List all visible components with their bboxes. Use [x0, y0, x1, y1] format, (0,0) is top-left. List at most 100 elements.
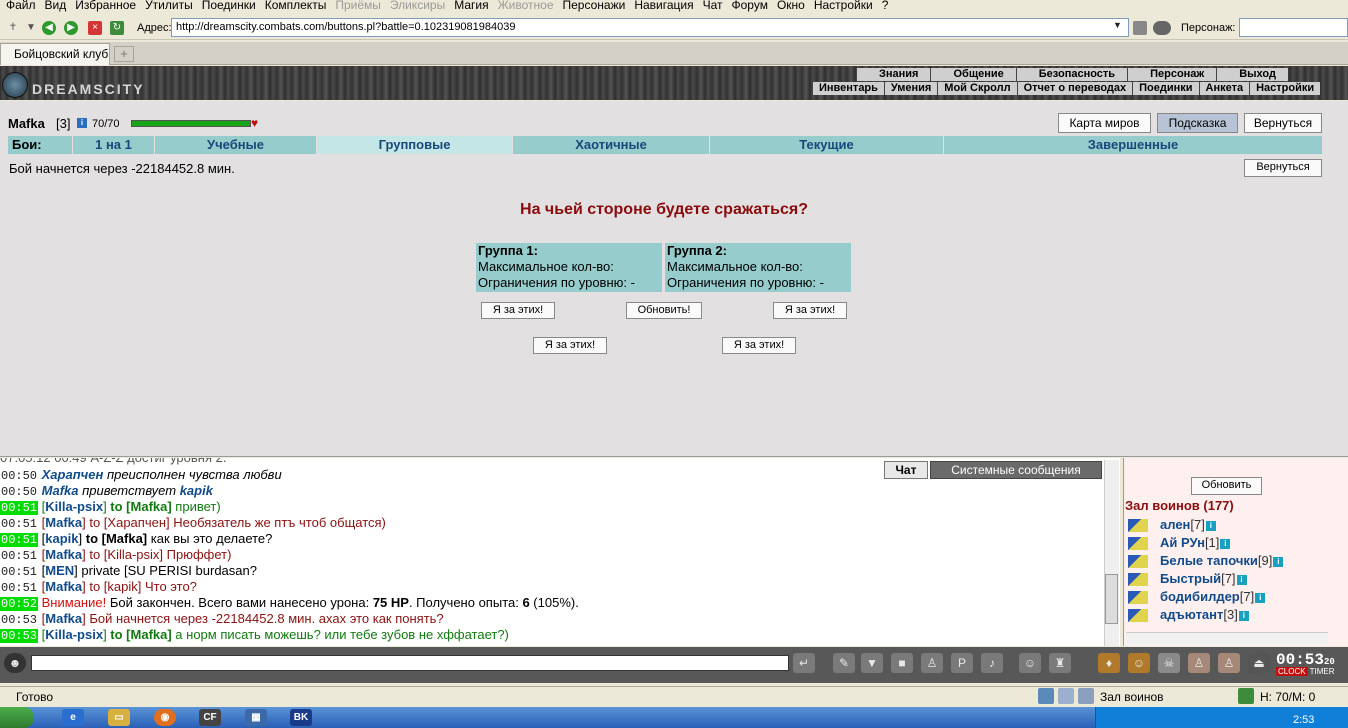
tab-combats[interactable]: Бойцовский клуб	[0, 43, 110, 65]
sound-icon[interactable]: ♪	[981, 653, 1003, 673]
menu-item[interactable]: Животное	[498, 0, 554, 11]
users-refresh-button[interactable]: Обновить	[1191, 477, 1262, 495]
exit-icon[interactable]: ⏏	[1248, 653, 1270, 673]
clear-icon[interactable]	[1133, 21, 1147, 35]
chat-nick[interactable]: Mafka	[45, 579, 82, 594]
menu-item[interactable]: Приёмы	[335, 0, 381, 11]
address-dropdown-icon[interactable]: ▼	[1113, 20, 1122, 30]
emoji-icon[interactable]: ☺	[1019, 653, 1041, 673]
forward-icon[interactable]: ▶	[64, 21, 78, 35]
private-icon[interactable]: P	[951, 653, 973, 673]
folder-icon[interactable]: ▭	[108, 709, 130, 726]
group-icon[interactable]: ♙	[1188, 653, 1210, 673]
binoculars-icon[interactable]	[1153, 21, 1171, 35]
chat-timestamp[interactable]: 00:51	[0, 517, 38, 531]
menu-item[interactable]: Чат	[703, 0, 723, 11]
join-group-4-button[interactable]: Я за этих!	[722, 337, 796, 354]
chat-nick[interactable]: Killa-psix	[45, 499, 103, 514]
user-item[interactable]: Ай РУн[1] i	[1128, 535, 1231, 551]
tab-finished[interactable]: Завершенные	[943, 136, 1322, 154]
face-icon[interactable]: ☺	[1128, 653, 1150, 673]
chat-timestamp[interactable]: 00:53	[0, 629, 39, 643]
menu-item[interactable]: Настройки	[814, 0, 873, 11]
status-refresh-icon[interactable]	[1238, 688, 1254, 704]
chat-nick[interactable]: kapik	[180, 483, 213, 498]
tab-chaotic[interactable]: Хаотичные	[512, 136, 709, 154]
nav-bottom-item[interactable]: Мой Скролл	[937, 82, 1016, 95]
refresh-icon[interactable]: ↻	[110, 21, 124, 35]
back-button[interactable]: Вернуться	[1244, 113, 1322, 133]
user-info-icon[interactable]: i	[1220, 538, 1231, 549]
dropdown-icon[interactable]: ▼	[24, 21, 38, 35]
walk-icon[interactable]: ♙	[921, 653, 943, 673]
user-info-icon[interactable]: i	[1236, 574, 1247, 585]
chat-nick[interactable]: Mafka	[45, 515, 82, 530]
start-button[interactable]	[0, 707, 34, 728]
menu-item[interactable]: Комплекты	[265, 0, 327, 11]
user-item[interactable]: адъютант[3] i	[1128, 607, 1249, 623]
menu-item[interactable]: Файл	[6, 0, 36, 11]
character-select[interactable]	[1239, 18, 1348, 37]
status-page-icon[interactable]	[1058, 688, 1074, 704]
chat-timestamp[interactable]: 00:51	[0, 533, 39, 547]
bk-app-icon[interactable]: BK	[290, 709, 312, 726]
user-info-icon[interactable]: i	[1238, 610, 1249, 621]
nav-top-item[interactable]: Персонаж	[1127, 68, 1216, 81]
join-group-1-button[interactable]: Я за этих!	[481, 302, 555, 319]
menu-item[interactable]: Утилиты	[145, 0, 193, 11]
tab-training[interactable]: Учебные	[154, 136, 316, 154]
skull-icon[interactable]: ☠	[1158, 653, 1180, 673]
friends-icon[interactable]: ♙	[1218, 653, 1240, 673]
join-group-3-button[interactable]: Я за этих!	[533, 337, 607, 354]
helmet-icon[interactable]: ♜	[1049, 653, 1071, 673]
menu-item[interactable]: ?	[882, 0, 889, 11]
save-icon[interactable]: ■	[891, 653, 913, 673]
user-name[interactable]: ален	[1160, 517, 1190, 532]
users-scrollbar[interactable]	[1126, 632, 1328, 645]
tab-chat[interactable]: Чат	[884, 461, 928, 479]
chat-nick[interactable]: Mafka	[45, 611, 82, 626]
menu-item[interactable]: Форум	[732, 0, 768, 11]
nav-bottom-item[interactable]: Инвентарь	[812, 82, 884, 95]
menu-item[interactable]: Вид	[45, 0, 67, 11]
menu-item[interactable]: Окно	[777, 0, 805, 11]
nav-top-item[interactable]: Общение	[930, 68, 1015, 81]
user-name[interactable]: Ай РУн	[1160, 535, 1205, 550]
refresh-battle-button[interactable]: Обновить!	[626, 302, 702, 319]
chat-timestamp[interactable]: 00:51	[0, 549, 38, 563]
user-info-icon[interactable]: i	[1205, 520, 1216, 531]
chat-nick[interactable]: Харапчен	[42, 467, 104, 482]
clear-chat-icon[interactable]: ✎	[833, 653, 855, 673]
user-item[interactable]: Белые тапочки[9] i	[1128, 553, 1284, 569]
user-info-icon[interactable]: i	[1273, 556, 1284, 567]
user-name[interactable]: Белые тапочки	[1160, 553, 1258, 568]
firefox-icon[interactable]: ◉	[154, 709, 176, 726]
user-info-icon[interactable]: i	[1255, 592, 1266, 603]
user-item[interactable]: ален[7] i	[1128, 517, 1216, 533]
nav-bottom-item[interactable]: Отчет о переводах	[1016, 82, 1133, 95]
status-globe-icon[interactable]	[1038, 688, 1054, 704]
app-cf-icon[interactable]: CF	[199, 709, 221, 726]
nav-bottom-item[interactable]: Умения	[883, 82, 937, 95]
chat-scroll-thumb[interactable]	[1105, 574, 1118, 624]
chat-nick[interactable]: MEN	[45, 563, 74, 578]
nav-top-item[interactable]: Знания	[856, 68, 930, 81]
smile-menu-icon[interactable]: ☻	[4, 653, 26, 673]
user-item[interactable]: бодибилдер[7] i	[1128, 589, 1266, 605]
new-tab-button[interactable]: +	[114, 46, 134, 62]
nav-bottom-item[interactable]: Поединки	[1132, 82, 1198, 95]
user-item[interactable]: Быстрый[7] i	[1128, 571, 1247, 587]
ie-icon[interactable]: e	[62, 709, 84, 726]
tab-group[interactable]: Групповые	[316, 136, 512, 154]
tab-1v1[interactable]: 1 на 1	[72, 136, 154, 154]
nav-top-item[interactable]: Безопасность	[1015, 68, 1127, 81]
menu-item[interactable]: Магия	[454, 0, 488, 11]
chat-timestamp[interactable]: 00:50	[0, 469, 38, 483]
bag-icon[interactable]: ♦	[1098, 653, 1120, 673]
nav-bottom-item[interactable]: Настройки	[1249, 82, 1320, 95]
stop-icon[interactable]: ×	[88, 21, 102, 35]
back-icon[interactable]: ◀	[42, 21, 56, 35]
chat-nick[interactable]: Mafka	[45, 547, 82, 562]
windows-app-icon[interactable]: ▦	[245, 709, 267, 726]
chat-timestamp[interactable]: 00:51	[0, 501, 39, 515]
